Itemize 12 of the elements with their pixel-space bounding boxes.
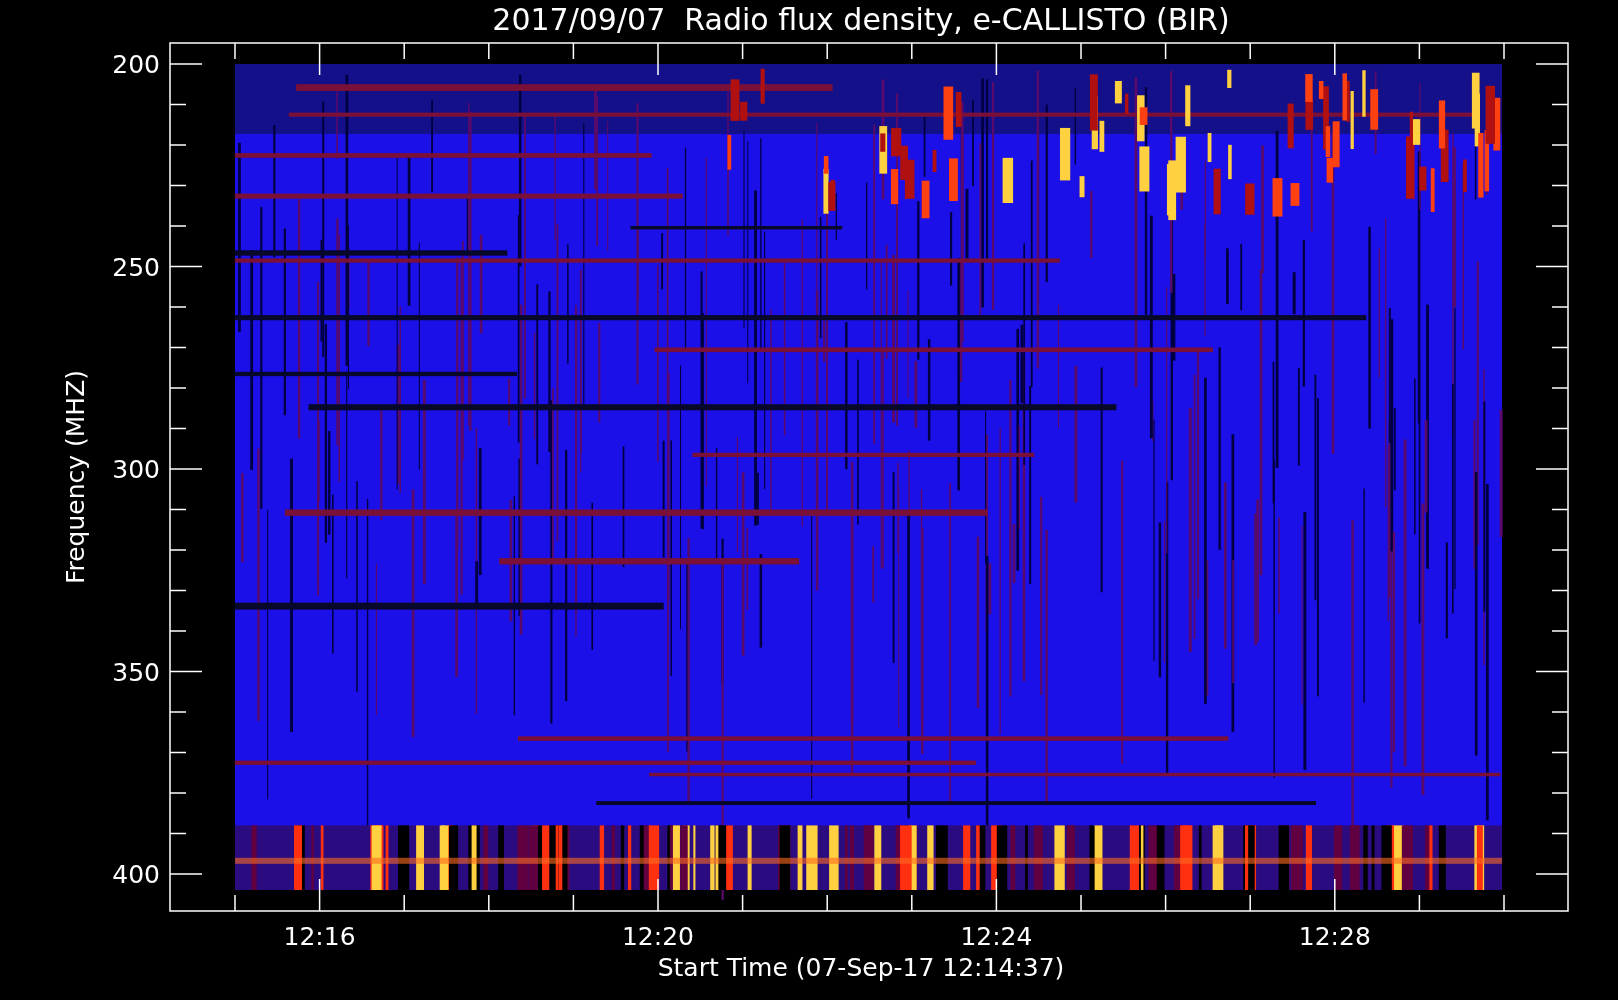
tick-label: 400: [112, 860, 160, 889]
tick-label: 200: [112, 50, 160, 79]
axis-label: Start Time (07-Sep-17 12:14:37): [657, 953, 1065, 982]
tick-label: 12:16: [283, 922, 356, 951]
tick-label: 250: [112, 252, 160, 282]
tick-label: 350: [112, 657, 160, 687]
axis-label: Frequency (MHZ): [61, 369, 90, 585]
tick-label: 12:28: [1298, 922, 1371, 951]
plot-title: 2017/09/07 Radio flux density, e-CALLISTO (BIR): [492, 2, 1230, 37]
tick-label: 12:24: [960, 922, 1033, 951]
tick-label: 12:20: [622, 922, 694, 951]
tick-label: 300: [112, 455, 160, 484]
